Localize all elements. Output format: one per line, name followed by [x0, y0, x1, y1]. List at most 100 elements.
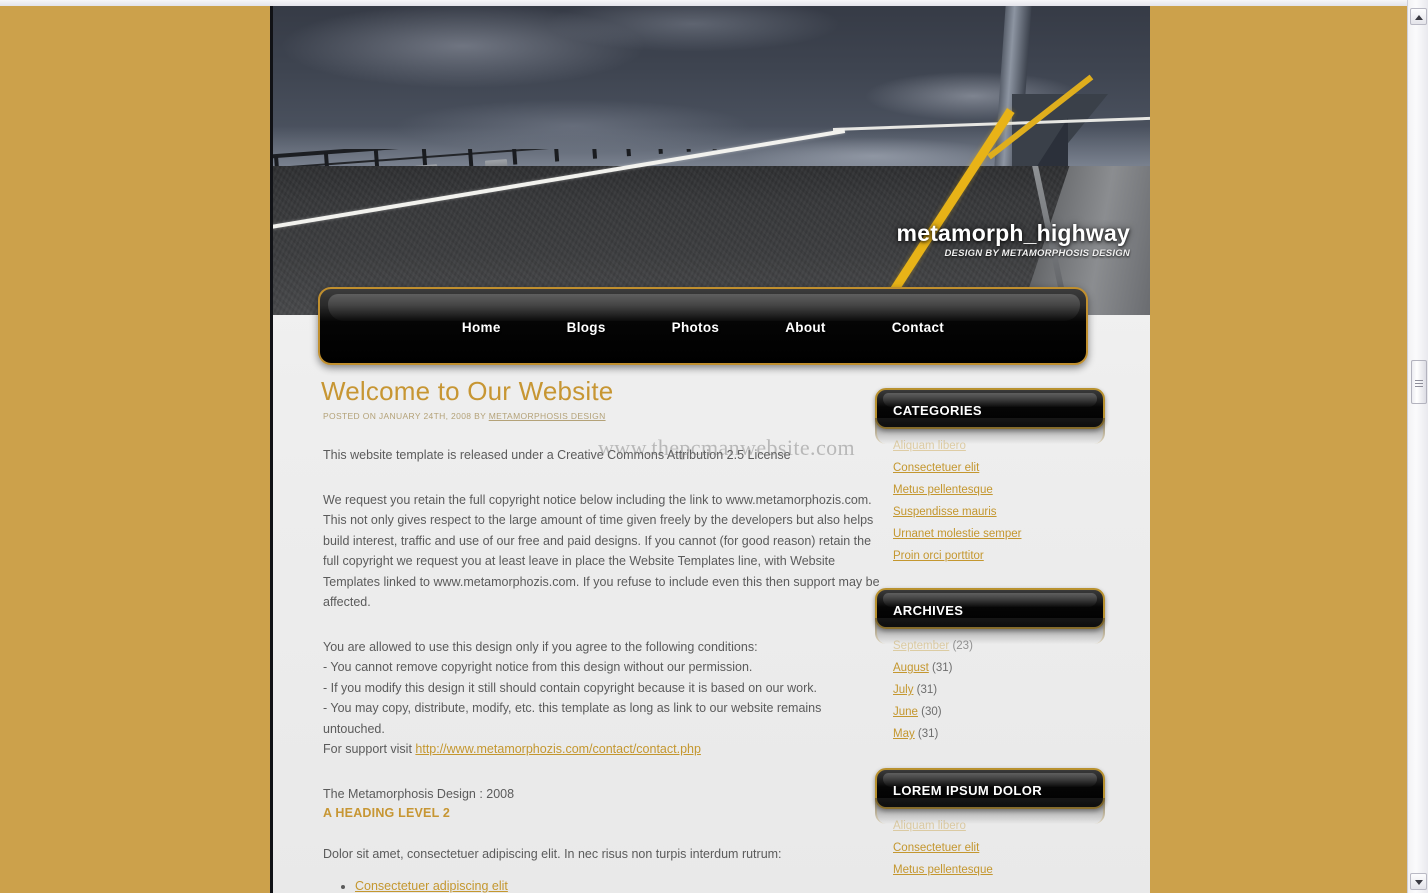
lorem-link-3[interactable]: Metus pellentesque — [893, 864, 993, 876]
list-item[interactable]: Consectetuer elit — [893, 842, 1105, 854]
vertical-scrollbar[interactable] — [1407, 0, 1428, 893]
list-item[interactable]: Aliquam libero — [893, 440, 1105, 452]
sidebar: CATEGORIES Aliquam libero Consectetuer e… — [875, 388, 1105, 888]
scrollbar-thumb[interactable] — [1411, 360, 1427, 404]
widget-title-lorem: LOREM IPSUM DOLOR — [893, 783, 1043, 798]
list-item[interactable]: August (31) — [893, 662, 1105, 674]
nav-item-contact[interactable]: Contact — [884, 320, 952, 335]
list-item[interactable]: Aliquam libero — [893, 820, 1105, 832]
main-navigation-bar: Home Blogs Photos About Contact — [318, 287, 1088, 365]
list-item[interactable]: Urnanet molestie semper — [893, 528, 1105, 540]
paragraph-conditions: You are allowed to use this design only … — [323, 637, 881, 760]
paragraph-copyright-request: We request you retain the full copyright… — [323, 492, 880, 610]
archive-link-5[interactable]: May — [893, 728, 915, 740]
list-item[interactable]: September (23) — [893, 640, 1105, 652]
paragraph-credit: The Metamorphosis Design : 2008 — [323, 786, 515, 801]
site-container: metamorph_highway DESIGN BY METAMORPHOSI… — [270, 6, 1150, 893]
railing-top-bar — [273, 149, 833, 160]
widget-archives: ARCHIVES September (23) August (31) July… — [875, 588, 1105, 740]
category-link-1[interactable]: Aliquam libero — [893, 440, 966, 452]
rail-post — [625, 149, 631, 157]
archive-link-2[interactable]: August — [893, 662, 929, 674]
archive-link-3[interactable]: July — [893, 684, 913, 696]
category-link-4[interactable]: Suspendisse mauris — [893, 506, 997, 518]
archive-count-3: (31) — [913, 684, 938, 696]
content-column: Welcome to Our Website POSTED ON JANUARY… — [321, 376, 881, 893]
conditions-intro: You are allowed to use this design only … — [323, 639, 758, 654]
support-link[interactable]: http://www.metamorphozis.com/contact/con… — [415, 742, 701, 756]
category-link-2[interactable]: Consectetuer elit — [893, 462, 979, 474]
nav-item-photos[interactable]: Photos — [664, 320, 728, 335]
category-link-3[interactable]: Metus pellentesque — [893, 484, 993, 496]
category-link-6[interactable]: Proin orci porttitor — [893, 550, 984, 562]
chevron-up-icon — [1414, 14, 1423, 20]
list-item[interactable]: June (30) — [893, 706, 1105, 718]
condition-1: - You cannot remove copyright notice fro… — [323, 660, 753, 674]
list-item[interactable]: Consectetuer adipiscing elit — [355, 879, 881, 893]
widget-lorem-ipsum-dolor: LOREM IPSUM DOLOR Aliquam libero Consect… — [875, 768, 1105, 876]
page-title: Welcome to Our Website — [321, 376, 614, 406]
section-heading-level-2: A HEADING LEVEL 2 — [323, 806, 451, 820]
site-branding: metamorph_highway DESIGN BY METAMORPHOSI… — [897, 220, 1130, 259]
nav-list: Home Blogs Photos About Contact — [320, 320, 1086, 335]
nav-gloss-highlight — [328, 294, 1080, 321]
browser-viewport: metamorph_highway DESIGN BY METAMORPHOSI… — [0, 0, 1428, 893]
category-link-5[interactable]: Urnanet molestie semper — [893, 528, 1021, 540]
paragraph-lorem: Dolor sit amet, consectetuer adipiscing … — [323, 847, 782, 861]
list-item[interactable]: July (31) — [893, 684, 1105, 696]
list-item[interactable]: May (31) — [893, 728, 1105, 740]
post-meta-prefix: POSTED ON JANUARY 24TH, 2008 BY — [323, 411, 489, 421]
archive-count-1: (23) — [949, 640, 973, 652]
widget-list-archives: September (23) August (31) July (31) Jun… — [875, 640, 1105, 740]
widget-header-categories: CATEGORIES — [875, 388, 1105, 429]
nav-link-about[interactable]: About — [777, 320, 833, 335]
widget-categories: CATEGORIES Aliquam libero Consectetuer e… — [875, 388, 1105, 562]
condition-2: - If you modify this design it still sho… — [323, 680, 818, 695]
widget-list-lorem: Aliquam libero Consectetuer elit Metus p… — [875, 820, 1105, 876]
widget-title-categories: CATEGORIES — [893, 403, 982, 418]
post-meta: POSTED ON JANUARY 24TH, 2008 BY METAMORP… — [323, 411, 881, 421]
nav-link-home[interactable]: Home — [454, 320, 509, 335]
nav-item-home[interactable]: Home — [454, 320, 509, 335]
rail-post — [553, 149, 560, 162]
nav-item-blogs[interactable]: Blogs — [559, 320, 614, 335]
list-item[interactable]: Proin orci porttitor — [893, 550, 1105, 562]
rail-post — [591, 149, 598, 159]
nav-item-about[interactable]: About — [777, 320, 833, 335]
widget-title-archives: ARCHIVES — [893, 603, 964, 618]
archive-count-5: (31) — [914, 728, 939, 740]
main-area: Welcome to Our Website POSTED ON JANUARY… — [273, 376, 1150, 893]
list-item[interactable]: Metus pellentesque — [893, 484, 1105, 496]
post-author-link[interactable]: METAMORPHOSIS DESIGN — [489, 411, 606, 421]
archive-link-1[interactable]: September — [893, 640, 949, 652]
site-tagline: DESIGN BY METAMORPHOSIS DESIGN — [944, 248, 1130, 259]
content-bullet-list: Consectetuer adipiscing elit In nec risu… — [337, 879, 881, 893]
archive-count-4: (30) — [917, 706, 942, 718]
rail-post — [684, 149, 691, 152]
grip-line — [1415, 386, 1423, 387]
grip-line — [1415, 383, 1423, 384]
support-prefix: For support visit — [323, 742, 416, 756]
header-banner-image: metamorph_highway DESIGN BY METAMORPHOSI… — [273, 6, 1150, 315]
site-title: metamorph_highway — [896, 220, 1130, 246]
list-item[interactable]: Metus pellentesque — [893, 864, 1105, 876]
widget-header-archives: ARCHIVES — [875, 588, 1105, 629]
nav-link-blogs[interactable]: Blogs — [559, 320, 614, 335]
grip-line — [1415, 380, 1423, 381]
scroll-down-button[interactable] — [1410, 873, 1427, 890]
chevron-down-icon — [1414, 879, 1423, 885]
nav-link-photos[interactable]: Photos — [664, 320, 728, 335]
nav-link-contact[interactable]: Contact — [884, 320, 952, 335]
rail-post — [656, 149, 663, 154]
rail-post — [511, 149, 518, 165]
scroll-up-button[interactable] — [1410, 8, 1427, 25]
list-item[interactable]: Consectetuer elit — [893, 462, 1105, 474]
archive-count-2: (31) — [928, 662, 953, 674]
bullet-link-1[interactable]: Consectetuer adipiscing elit — [355, 879, 508, 893]
lorem-link-2[interactable]: Consectetuer elit — [893, 842, 979, 854]
archive-link-4[interactable]: June — [893, 706, 918, 718]
widget-header-lorem: LOREM IPSUM DOLOR — [875, 768, 1105, 809]
list-item[interactable]: Suspendisse mauris — [893, 506, 1105, 518]
lorem-link-1[interactable]: Aliquam libero — [893, 820, 966, 832]
paragraph-license: This website template is released under … — [323, 448, 791, 462]
